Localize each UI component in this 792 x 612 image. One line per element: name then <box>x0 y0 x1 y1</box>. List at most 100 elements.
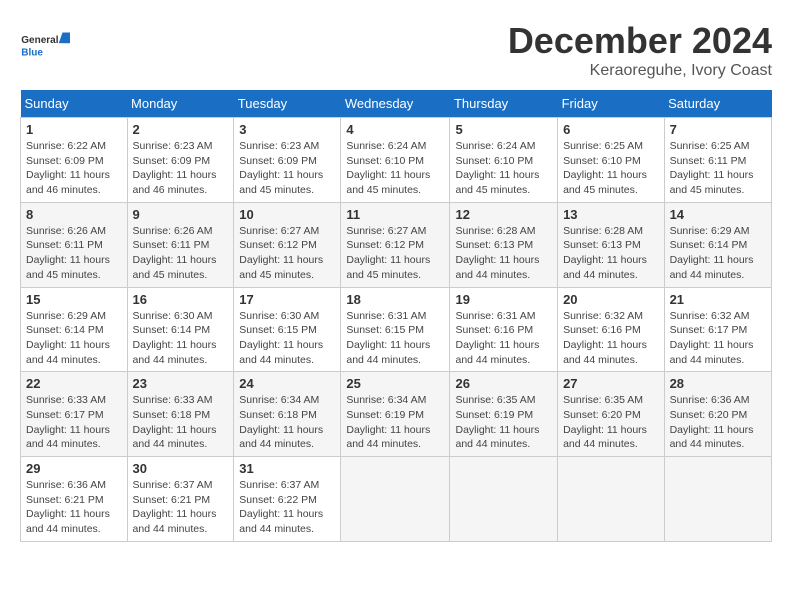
calendar-cell: 26 Sunrise: 6:35 AMSunset: 6:19 PMDaylig… <box>450 372 558 457</box>
col-header-thursday: Thursday <box>450 90 558 118</box>
month-title: December 2024 <box>508 20 772 62</box>
calendar-cell: 28 Sunrise: 6:36 AMSunset: 6:20 PMDaylig… <box>664 372 771 457</box>
day-info: Sunrise: 6:29 AMSunset: 6:14 PMDaylight:… <box>670 225 754 281</box>
calendar-cell: 14 Sunrise: 6:29 AMSunset: 6:14 PMDaylig… <box>664 202 771 287</box>
day-info: Sunrise: 6:28 AMSunset: 6:13 PMDaylight:… <box>455 225 539 281</box>
day-number: 7 <box>670 122 766 137</box>
day-info: Sunrise: 6:32 AMSunset: 6:16 PMDaylight:… <box>563 310 647 366</box>
calendar-cell: 25 Sunrise: 6:34 AMSunset: 6:19 PMDaylig… <box>341 372 450 457</box>
day-number: 25 <box>346 376 444 391</box>
calendar-cell: 27 Sunrise: 6:35 AMSunset: 6:20 PMDaylig… <box>558 372 665 457</box>
day-info: Sunrise: 6:31 AMSunset: 6:15 PMDaylight:… <box>346 310 430 366</box>
day-number: 15 <box>26 292 122 307</box>
week-row-1: 1 Sunrise: 6:22 AMSunset: 6:09 PMDayligh… <box>21 118 772 203</box>
day-info: Sunrise: 6:30 AMSunset: 6:15 PMDaylight:… <box>239 310 323 366</box>
calendar-cell: 30 Sunrise: 6:37 AMSunset: 6:21 PMDaylig… <box>127 457 234 542</box>
day-number: 18 <box>346 292 444 307</box>
calendar-cell: 4 Sunrise: 6:24 AMSunset: 6:10 PMDayligh… <box>341 118 450 203</box>
day-number: 27 <box>563 376 659 391</box>
day-info: Sunrise: 6:23 AMSunset: 6:09 PMDaylight:… <box>239 140 323 196</box>
week-row-2: 8 Sunrise: 6:26 AMSunset: 6:11 PMDayligh… <box>21 202 772 287</box>
day-number: 11 <box>346 207 444 222</box>
day-number: 13 <box>563 207 659 222</box>
calendar-cell: 11 Sunrise: 6:27 AMSunset: 6:12 PMDaylig… <box>341 202 450 287</box>
calendar-cell: 5 Sunrise: 6:24 AMSunset: 6:10 PMDayligh… <box>450 118 558 203</box>
day-number: 9 <box>133 207 229 222</box>
calendar-cell <box>341 457 450 542</box>
calendar-cell: 3 Sunrise: 6:23 AMSunset: 6:09 PMDayligh… <box>234 118 341 203</box>
day-number: 19 <box>455 292 552 307</box>
week-row-4: 22 Sunrise: 6:33 AMSunset: 6:17 PMDaylig… <box>21 372 772 457</box>
day-number: 17 <box>239 292 335 307</box>
calendar-cell: 24 Sunrise: 6:34 AMSunset: 6:18 PMDaylig… <box>234 372 341 457</box>
day-number: 6 <box>563 122 659 137</box>
day-info: Sunrise: 6:24 AMSunset: 6:10 PMDaylight:… <box>455 140 539 196</box>
day-number: 30 <box>133 461 229 476</box>
calendar-cell: 8 Sunrise: 6:26 AMSunset: 6:11 PMDayligh… <box>21 202 128 287</box>
day-number: 3 <box>239 122 335 137</box>
day-info: Sunrise: 6:33 AMSunset: 6:17 PMDaylight:… <box>26 394 110 450</box>
calendar-cell: 16 Sunrise: 6:30 AMSunset: 6:14 PMDaylig… <box>127 287 234 372</box>
day-number: 28 <box>670 376 766 391</box>
day-number: 22 <box>26 376 122 391</box>
calendar-cell: 19 Sunrise: 6:31 AMSunset: 6:16 PMDaylig… <box>450 287 558 372</box>
calendar-cell: 15 Sunrise: 6:29 AMSunset: 6:14 PMDaylig… <box>21 287 128 372</box>
svg-text:General: General <box>21 35 58 46</box>
day-number: 4 <box>346 122 444 137</box>
calendar-cell <box>558 457 665 542</box>
calendar-cell: 31 Sunrise: 6:37 AMSunset: 6:22 PMDaylig… <box>234 457 341 542</box>
col-header-tuesday: Tuesday <box>234 90 341 118</box>
day-number: 12 <box>455 207 552 222</box>
calendar-cell: 12 Sunrise: 6:28 AMSunset: 6:13 PMDaylig… <box>450 202 558 287</box>
day-info: Sunrise: 6:37 AMSunset: 6:22 PMDaylight:… <box>239 479 323 535</box>
day-info: Sunrise: 6:23 AMSunset: 6:09 PMDaylight:… <box>133 140 217 196</box>
day-info: Sunrise: 6:22 AMSunset: 6:09 PMDaylight:… <box>26 140 110 196</box>
day-number: 1 <box>26 122 122 137</box>
header-row: SundayMondayTuesdayWednesdayThursdayFrid… <box>21 90 772 118</box>
calendar-cell: 6 Sunrise: 6:25 AMSunset: 6:10 PMDayligh… <box>558 118 665 203</box>
calendar-cell <box>450 457 558 542</box>
calendar-cell: 7 Sunrise: 6:25 AMSunset: 6:11 PMDayligh… <box>664 118 771 203</box>
day-info: Sunrise: 6:36 AMSunset: 6:21 PMDaylight:… <box>26 479 110 535</box>
svg-text:Blue: Blue <box>21 48 43 59</box>
calendar-cell: 13 Sunrise: 6:28 AMSunset: 6:13 PMDaylig… <box>558 202 665 287</box>
day-number: 31 <box>239 461 335 476</box>
calendar-cell: 23 Sunrise: 6:33 AMSunset: 6:18 PMDaylig… <box>127 372 234 457</box>
location: Keraoreguhe, Ivory Coast <box>508 62 772 80</box>
calendar-cell: 1 Sunrise: 6:22 AMSunset: 6:09 PMDayligh… <box>21 118 128 203</box>
day-number: 10 <box>239 207 335 222</box>
day-info: Sunrise: 6:37 AMSunset: 6:21 PMDaylight:… <box>133 479 217 535</box>
calendar-cell: 17 Sunrise: 6:30 AMSunset: 6:15 PMDaylig… <box>234 287 341 372</box>
day-info: Sunrise: 6:35 AMSunset: 6:19 PMDaylight:… <box>455 394 539 450</box>
calendar-cell: 22 Sunrise: 6:33 AMSunset: 6:17 PMDaylig… <box>21 372 128 457</box>
day-info: Sunrise: 6:32 AMSunset: 6:17 PMDaylight:… <box>670 310 754 366</box>
day-info: Sunrise: 6:24 AMSunset: 6:10 PMDaylight:… <box>346 140 430 196</box>
logo-svg: General Blue <box>20 20 70 70</box>
week-row-3: 15 Sunrise: 6:29 AMSunset: 6:14 PMDaylig… <box>21 287 772 372</box>
day-info: Sunrise: 6:25 AMSunset: 6:10 PMDaylight:… <box>563 140 647 196</box>
day-info: Sunrise: 6:29 AMSunset: 6:14 PMDaylight:… <box>26 310 110 366</box>
title-section: December 2024 Keraoreguhe, Ivory Coast <box>508 20 772 80</box>
day-info: Sunrise: 6:28 AMSunset: 6:13 PMDaylight:… <box>563 225 647 281</box>
day-info: Sunrise: 6:34 AMSunset: 6:18 PMDaylight:… <box>239 394 323 450</box>
week-row-5: 29 Sunrise: 6:36 AMSunset: 6:21 PMDaylig… <box>21 457 772 542</box>
day-info: Sunrise: 6:26 AMSunset: 6:11 PMDaylight:… <box>133 225 217 281</box>
col-header-sunday: Sunday <box>21 90 128 118</box>
day-number: 5 <box>455 122 552 137</box>
day-number: 21 <box>670 292 766 307</box>
day-info: Sunrise: 6:36 AMSunset: 6:20 PMDaylight:… <box>670 394 754 450</box>
day-number: 8 <box>26 207 122 222</box>
calendar-cell: 21 Sunrise: 6:32 AMSunset: 6:17 PMDaylig… <box>664 287 771 372</box>
day-info: Sunrise: 6:26 AMSunset: 6:11 PMDaylight:… <box>26 225 110 281</box>
page-header: General Blue December 2024 Keraoreguhe, … <box>20 20 772 80</box>
calendar-table: SundayMondayTuesdayWednesdayThursdayFrid… <box>20 90 772 542</box>
day-number: 16 <box>133 292 229 307</box>
day-number: 14 <box>670 207 766 222</box>
day-number: 29 <box>26 461 122 476</box>
day-info: Sunrise: 6:25 AMSunset: 6:11 PMDaylight:… <box>670 140 754 196</box>
day-number: 20 <box>563 292 659 307</box>
col-header-monday: Monday <box>127 90 234 118</box>
day-number: 26 <box>455 376 552 391</box>
calendar-cell <box>664 457 771 542</box>
calendar-cell: 10 Sunrise: 6:27 AMSunset: 6:12 PMDaylig… <box>234 202 341 287</box>
